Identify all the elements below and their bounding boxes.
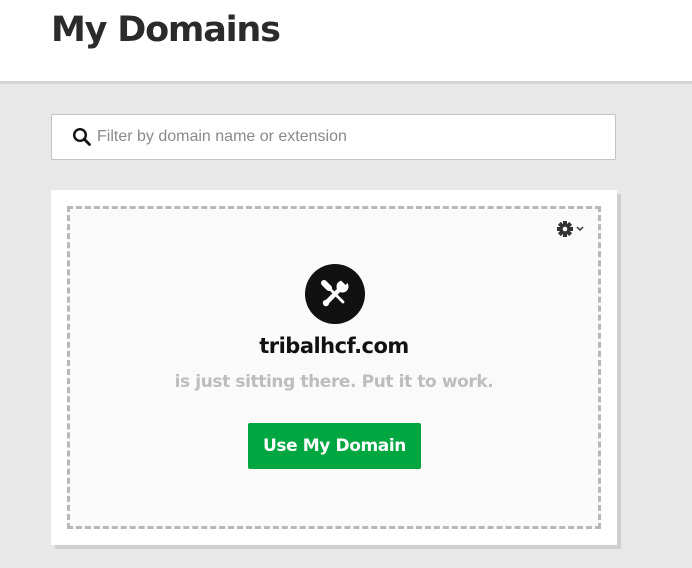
domain-card: tribalhcf.com is just sitting there. Put… — [51, 190, 617, 545]
chevron-down-icon — [576, 226, 584, 232]
settings-dropdown[interactable] — [556, 219, 588, 239]
domain-tagline: is just sitting there. Put it to work. — [174, 372, 494, 392]
page-title: My Domains — [51, 10, 281, 50]
search-input[interactable] — [97, 115, 597, 159]
search-icon — [72, 127, 92, 147]
gear-icon — [557, 221, 573, 237]
page-header: My Domains — [0, 0, 692, 84]
wrench-screwdriver-icon — [305, 264, 365, 324]
domain-name: tribalhcf.com — [259, 334, 409, 358]
domain-card-dropzone: tribalhcf.com is just sitting there. Put… — [67, 206, 601, 529]
use-my-domain-button[interactable]: Use My Domain — [248, 423, 421, 469]
domain-filter-box[interactable] — [51, 114, 616, 160]
